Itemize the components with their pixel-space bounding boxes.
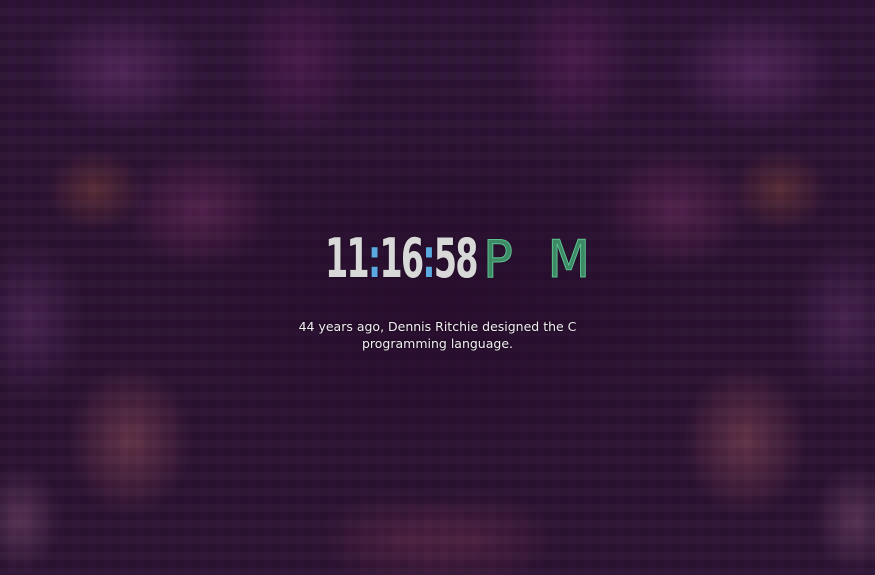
clock-minutes: 16 [379, 227, 424, 290]
clock-meridiem: P M [483, 230, 601, 290]
fact-container: 44 years ago, Dennis Ritchie designed th… [0, 318, 875, 352]
clock-separator-2: : [422, 227, 435, 290]
clock: 11:16:58 P M [272, 230, 603, 290]
clock-container: 11:16:58 P M [0, 232, 875, 287]
clock-time: 11:16:58 [325, 232, 479, 286]
clock-hours: 11 [324, 227, 370, 290]
clock-separator-1: : [367, 227, 381, 290]
daily-fact-text: 44 years ago, Dennis Ritchie designed th… [298, 319, 577, 351]
clock-seconds: 58 [433, 227, 479, 290]
